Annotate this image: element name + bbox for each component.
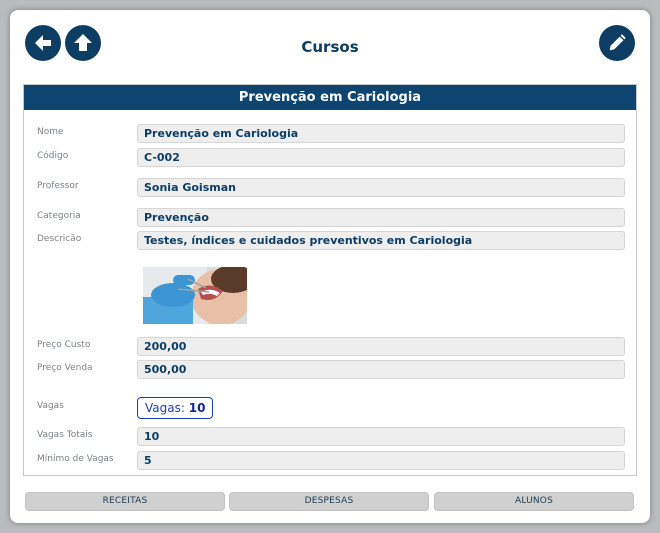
edit-button[interactable]	[599, 25, 635, 61]
field-label: Preço Venda	[37, 363, 93, 373]
field-preco-venda: Preço Venda 500,00	[24, 360, 636, 379]
field-label: Nome	[37, 127, 64, 137]
vagas-badge[interactable]: Vagas: 10	[137, 397, 214, 419]
vagas-totais-value: 10	[137, 427, 625, 446]
preco-venda-value: 500,00	[137, 360, 625, 379]
field-preco-custo: Preço Custo 200,00	[24, 337, 636, 356]
preco-custo-value: 200,00	[137, 337, 625, 356]
vagas-count: 10	[188, 401, 206, 415]
field-vagas-totais: Vagas Totais 10	[24, 427, 636, 446]
receitas-button[interactable]: RECEITAS	[25, 492, 225, 511]
field-descricao: Descricão Testes, índices e cuidados pre…	[24, 231, 636, 250]
field-professor: Professor Sonia Goisman	[24, 178, 636, 197]
course-image	[143, 267, 247, 324]
categoria-value: Prevenção	[137, 208, 625, 227]
field-label: Descricão	[37, 234, 82, 244]
course-details-panel: Prevenção em Cariologia Nome Prevenção e…	[23, 84, 637, 476]
field-minimo-vagas: Mínimo de Vagas 5	[24, 451, 636, 470]
field-categoria: Categoria Prevenção	[24, 208, 636, 227]
vagas-prefix: Vagas:	[145, 401, 189, 415]
despesas-button[interactable]: DESPESAS	[229, 492, 429, 511]
codigo-value: C-002	[137, 148, 625, 167]
field-label: Vagas	[37, 401, 64, 411]
pencil-icon	[609, 34, 626, 51]
course-window: Cursos Prevenção em Cariologia Nome Prev…	[10, 10, 650, 523]
alunos-button[interactable]: ALUNOS	[434, 492, 634, 511]
panel-title: Prevenção em Cariologia	[24, 85, 636, 110]
field-label: Categoria	[37, 211, 81, 221]
minimo-vagas-value: 5	[137, 451, 625, 470]
field-codigo: Código C-002	[24, 148, 636, 167]
field-vagas: Vagas	[24, 398, 636, 417]
field-label: Vagas Totais	[37, 430, 93, 440]
nome-value: Prevenção em Cariologia	[137, 124, 625, 143]
field-nome: Nome Prevenção em Cariologia	[24, 124, 636, 143]
field-label: Código	[37, 151, 69, 161]
professor-value: Sonia Goisman	[137, 178, 625, 197]
field-label: Mínimo de Vagas	[37, 454, 114, 464]
field-label: Professor	[37, 181, 79, 191]
field-label: Preço Custo	[37, 340, 91, 350]
page-title: Cursos	[301, 38, 359, 56]
descricao-value: Testes, índices e cuidados preventivos e…	[137, 231, 625, 250]
